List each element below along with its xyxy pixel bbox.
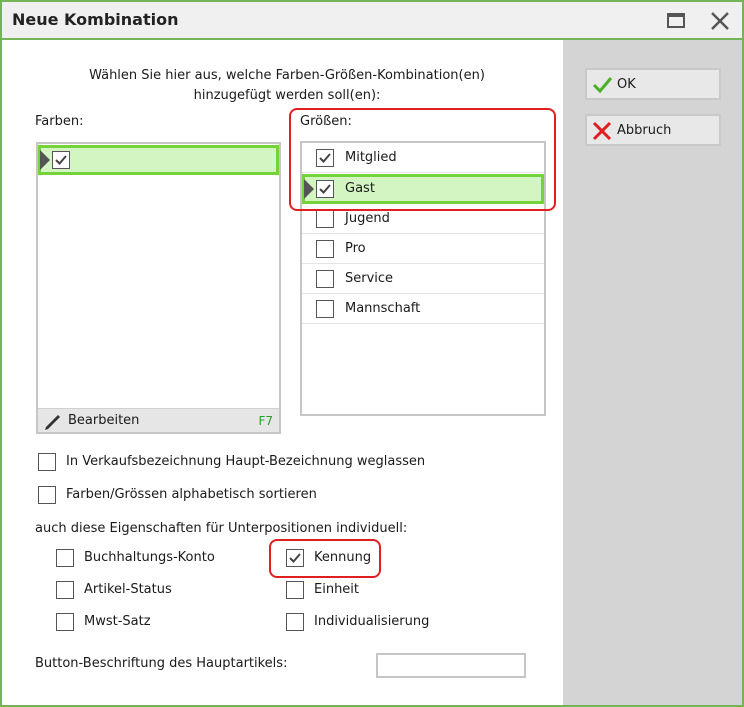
option-omit-main-name[interactable]: In Verkaufsbezeichnung Haupt-Bezeichnung… [38,452,438,474]
checkbox-checked[interactable] [316,149,334,167]
selection-marker-icon [40,150,50,170]
checkbox-unchecked[interactable] [56,613,74,631]
option-label: Artikel-Status [84,582,172,597]
option-buchhaltungs-konto[interactable]: Buchhaltungs-Konto [56,548,256,570]
list-item-label: Pro [345,241,366,256]
action-panel: OK Abbruch [563,40,742,705]
checkbox-unchecked[interactable] [316,270,334,288]
list-item-service[interactable]: Service [302,264,544,294]
list-item-mannschaft[interactable]: Mannschaft [302,294,544,324]
checkbox-unchecked[interactable] [316,210,334,228]
edit-shortcut: F7 [258,414,273,428]
option-label: Mwst-Satz [84,614,151,629]
option-label: Farben/Grössen alphabetisch sortieren [66,487,317,502]
option-label: Kennung [314,550,372,565]
sizes-label: Größen: [300,114,352,129]
checkbox-checked[interactable] [316,180,334,198]
check-icon [319,184,331,194]
x-icon [592,121,612,141]
cancel-button[interactable]: Abbruch [585,114,721,146]
main-button-label: Button-Beschriftung des Hauptartikels: [35,656,288,671]
option-artikel-status[interactable]: Artikel-Status [56,580,256,602]
maximize-icon [667,13,685,28]
edit-button[interactable]: Bearbeiten F7 [38,408,279,432]
check-icon [55,155,67,165]
list-item-mitglied[interactable]: Mitglied [302,143,544,173]
dialog-window: Neue Kombination OK Abbruch Wählen Sie h… [0,0,744,707]
option-label: Individualisierung [314,614,430,629]
checkbox-unchecked[interactable] [286,581,304,599]
window-title: Neue Kombination [12,10,179,29]
option-individualisierung[interactable]: Individualisierung [286,612,456,634]
cancel-label: Abbruch [617,123,672,138]
selection-marker-icon [304,179,314,199]
checkbox-unchecked[interactable] [316,240,334,258]
list-item-label: Jugend [345,211,390,226]
close-button[interactable] [706,8,734,34]
checkbox-unchecked[interactable] [286,613,304,631]
main-button-input[interactable] [376,653,526,678]
list-item-jugend[interactable]: Jugend [302,204,544,234]
list-item-label: Service [345,271,394,286]
checkbox-unchecked[interactable] [38,486,56,504]
list-item-label: Gast [345,181,375,196]
option-label: In Verkaufsbezeichnung Haupt-Bezeichnung… [66,454,426,469]
list-item-pro[interactable]: Pro [302,234,544,264]
option-mwst-satz[interactable]: Mwst-Satz [56,612,256,634]
checkbox-checked[interactable] [286,549,304,567]
option-kennung[interactable]: Kennung [286,548,406,570]
sizes-list: Mitglied Gast Jugend Pro Service Mannsch… [300,141,546,416]
option-einheit[interactable]: Einheit [286,580,406,602]
list-item-label: Mannschaft [345,301,421,316]
checkbox-unchecked[interactable] [56,581,74,599]
colors-label: Farben: [35,114,84,129]
option-sort-alpha[interactable]: Farben/Grössen alphabetisch sortieren [38,485,338,507]
list-item-color[interactable] [38,145,279,175]
checkmark-icon [592,77,613,94]
instruction-line-1: Wählen Sie hier aus, welche Farben-Größe… [89,68,485,83]
checkbox-unchecked[interactable] [316,300,334,318]
checkbox-unchecked[interactable] [56,549,74,567]
ok-label: OK [617,77,636,92]
edit-label: Bearbeiten [68,413,140,428]
instruction-text: Wählen Sie hier aus, welche Farben-Größe… [42,66,532,106]
check-icon [289,553,301,563]
colors-list: Bearbeiten F7 [36,142,281,434]
checkbox-unchecked[interactable] [38,453,56,471]
list-item-label: Mitglied [345,150,397,165]
maximize-button[interactable] [662,8,690,34]
option-label: Buchhaltungs-Konto [84,550,215,565]
check-icon [319,153,331,163]
option-label: Einheit [314,582,360,597]
close-icon [711,12,729,30]
list-item-gast[interactable]: Gast [302,174,544,204]
title-bar: Neue Kombination [2,2,742,40]
subpositions-heading: auch diese Eigenschaften für Unterpositi… [35,521,408,536]
instruction-line-2: hinzugefügt werden soll(en): [193,88,381,103]
pencil-icon [45,415,60,430]
ok-button[interactable]: OK [585,68,721,100]
checkbox-checked[interactable] [52,151,70,169]
